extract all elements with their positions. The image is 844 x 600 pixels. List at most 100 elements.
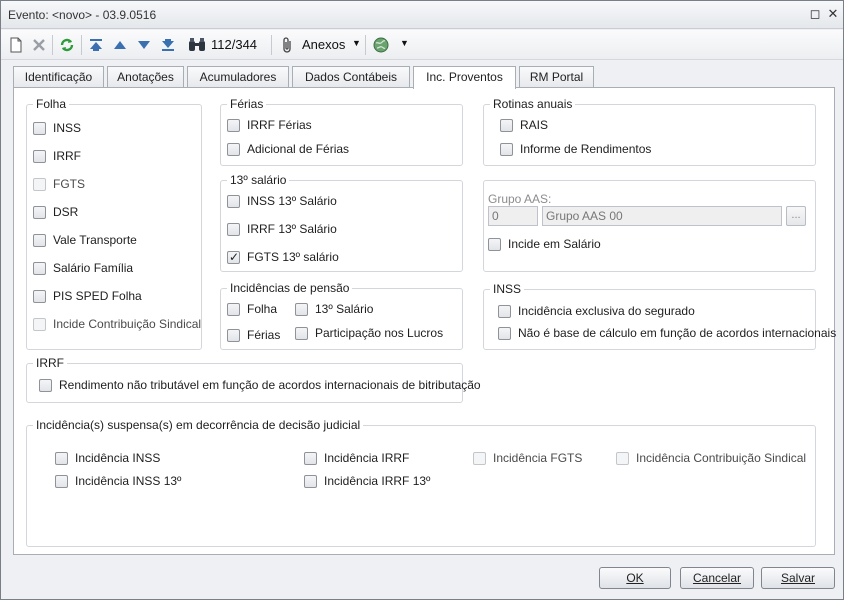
- checkbox-incidencia-exclusiva-segurado[interactable]: Incidência exclusiva do segurado: [498, 304, 695, 318]
- close-icon[interactable]: ✕: [825, 6, 841, 22]
- checkbox-box[interactable]: [33, 149, 46, 163]
- checkbox-label: Férias: [247, 328, 281, 342]
- checkbox-fgts: FGTS: [33, 177, 85, 191]
- checkbox-incide-em-salario[interactable]: Incide em Salário: [488, 237, 601, 251]
- ok-button[interactable]: OK: [599, 567, 671, 589]
- checkbox-box[interactable]: [55, 474, 68, 488]
- attachments-button[interactable]: Anexos: [302, 37, 345, 52]
- refresh-icon[interactable]: [57, 34, 77, 56]
- first-record-icon[interactable]: [87, 34, 105, 56]
- event-window: Evento: <novo> - 03.9.0516 ◻ ✕ 112/344 A…: [0, 0, 844, 600]
- checkbox-box[interactable]: [500, 118, 513, 132]
- checkbox-box[interactable]: [33, 233, 46, 247]
- checkbox-box[interactable]: [295, 326, 308, 340]
- checkbox-dsr[interactable]: DSR: [33, 205, 78, 219]
- checkbox-box[interactable]: [227, 118, 240, 132]
- toolbar: 112/344 Anexos ▼ ▼: [1, 30, 843, 60]
- next-record-icon[interactable]: [135, 34, 153, 56]
- checkbox-box[interactable]: [33, 205, 46, 219]
- checkbox-adicional-de-ferias[interactable]: Adicional de Férias: [227, 142, 349, 156]
- checkbox-nao-base-calculo-acordos[interactable]: Não é base de cálculo em função de acord…: [498, 326, 836, 340]
- cancel-button[interactable]: Cancelar: [680, 567, 754, 589]
- checkbox-irrf-ferias[interactable]: IRRF Férias: [227, 118, 312, 132]
- checkbox-incidencia-contribuicao-sindical: Incidência Contribuição Sindical: [616, 451, 806, 465]
- checkbox-inss[interactable]: INSS: [33, 121, 81, 135]
- checkbox-rais[interactable]: RAIS: [500, 118, 548, 132]
- checkbox-pensao-participacao-lucros[interactable]: Participação nos Lucros: [295, 326, 443, 340]
- checkbox-informe-rendimentos[interactable]: Informe de Rendimentos: [500, 142, 651, 156]
- restore-icon[interactable]: ◻: [807, 6, 823, 22]
- new-icon[interactable]: [7, 34, 25, 56]
- checkbox-irrf-13-salario[interactable]: IRRF 13º Salário: [227, 222, 337, 236]
- checkbox-incidencia-inss[interactable]: Incidência INSS: [55, 451, 160, 465]
- checkbox-box[interactable]: [498, 326, 511, 340]
- checkbox-label: Informe de Rendimentos: [520, 142, 652, 156]
- previous-record-icon[interactable]: [111, 34, 129, 56]
- paperclip-icon[interactable]: [279, 34, 297, 56]
- checkbox-box[interactable]: [33, 261, 46, 275]
- checkbox-box[interactable]: ✓: [227, 249, 240, 264]
- checkbox-incidencia-irrf[interactable]: Incidência IRRF: [304, 451, 409, 465]
- grupo-aas-name-field[interactable]: Grupo AAS 00: [542, 206, 782, 226]
- checkbox-box[interactable]: [227, 194, 240, 208]
- save-button[interactable]: Salvar: [761, 567, 835, 589]
- checkbox-box[interactable]: [33, 121, 46, 135]
- checkbox-label: Salário Família: [53, 261, 134, 275]
- checkbox-box[interactable]: [33, 289, 46, 303]
- checkbox-label: Folha: [247, 302, 278, 316]
- checkbox-box[interactable]: [304, 474, 317, 488]
- checkbox-fgts-13-salario[interactable]: ✓ FGTS 13º salário: [227, 250, 339, 264]
- checkbox-pensao-folha[interactable]: Folha: [227, 302, 277, 316]
- grupo-aas-code-field[interactable]: 0: [488, 206, 538, 226]
- checkbox-box[interactable]: [295, 302, 308, 316]
- tab-identificacao[interactable]: Identificação: [13, 66, 104, 88]
- checkbox-box[interactable]: [227, 328, 240, 342]
- checkbox-pensao-13-salario[interactable]: 13º Salário: [295, 302, 373, 316]
- grupo-aas-lookup-button[interactable]: ...: [786, 206, 806, 226]
- group-incidencias-suspensas: Incidência(s) suspensa(s) em decorrência…: [26, 418, 816, 547]
- checkbox-box[interactable]: [227, 142, 240, 156]
- tab-anotacoes[interactable]: Anotações: [107, 66, 184, 88]
- checkbox-irrf[interactable]: IRRF: [33, 149, 81, 163]
- checkbox-label: IRRF 13º Salário: [247, 222, 337, 236]
- checkbox-inss-13-salario[interactable]: INSS 13º Salário: [227, 194, 337, 208]
- checkbox-label: Rendimento não tributável em função de a…: [59, 378, 481, 392]
- checkbox-pensao-ferias[interactable]: Férias: [227, 328, 280, 342]
- checkbox-salario-familia[interactable]: Salário Família: [33, 261, 133, 275]
- globe-icon[interactable]: [371, 34, 391, 56]
- checkbox-incidencia-inss-13[interactable]: Incidência INSS 13º: [55, 474, 181, 488]
- group-rotinas-anuais-title: Rotinas anuais: [490, 97, 576, 111]
- checkbox-label: Incidência IRRF: [324, 451, 410, 465]
- checkbox-box[interactable]: [227, 222, 240, 236]
- attachments-dropdown-icon[interactable]: ▼: [352, 38, 361, 48]
- checkbox-box[interactable]: [498, 304, 511, 318]
- checkbox-box[interactable]: [227, 302, 240, 316]
- checkbox-rendimento-nao-tributavel[interactable]: Rendimento não tributável em função de a…: [39, 378, 481, 392]
- tab-acumuladores[interactable]: Acumuladores: [187, 66, 289, 88]
- group-ferias-title: Férias: [227, 97, 267, 111]
- checkbox-label: Vale Transporte: [53, 233, 137, 247]
- checkbox-box[interactable]: [500, 142, 513, 156]
- tab-dados-contabeis[interactable]: Dados Contábeis: [292, 66, 410, 88]
- binoculars-icon[interactable]: [187, 34, 207, 56]
- checkbox-pis-sped-folha[interactable]: PIS SPED Folha: [33, 289, 142, 303]
- tab-inc-proventos[interactable]: Inc. Proventos: [413, 66, 516, 89]
- group-grupo-aas: Grupo AAS: 0 Grupo AAS 00 ... Incide em …: [483, 180, 816, 272]
- checkbox-box[interactable]: [55, 451, 68, 465]
- checkbox-label: FGTS: [53, 177, 85, 191]
- checkbox-box[interactable]: [488, 237, 501, 251]
- checkbox-box: [33, 317, 46, 331]
- checkbox-label: 13º Salário: [315, 302, 374, 316]
- checkbox-label: Incide Contribuição Sindical: [53, 317, 202, 331]
- checkmark-icon: ✓: [229, 249, 240, 264]
- checkbox-label: INSS 13º Salário: [247, 194, 337, 208]
- globe-dropdown-icon[interactable]: ▼: [400, 38, 409, 48]
- checkbox-box[interactable]: [304, 451, 317, 465]
- checkbox-incidencia-irrf-13[interactable]: Incidência IRRF 13º: [304, 474, 430, 488]
- tab-panel: Folha INSS IRRF FGTS DSR Vale Transporte…: [13, 87, 836, 555]
- checkbox-box[interactable]: [39, 378, 52, 392]
- last-record-icon[interactable]: [159, 34, 177, 56]
- tab-rm-portal[interactable]: RM Portal: [519, 66, 594, 88]
- delete-icon[interactable]: [30, 34, 48, 56]
- checkbox-vale-transporte[interactable]: Vale Transporte: [33, 233, 137, 247]
